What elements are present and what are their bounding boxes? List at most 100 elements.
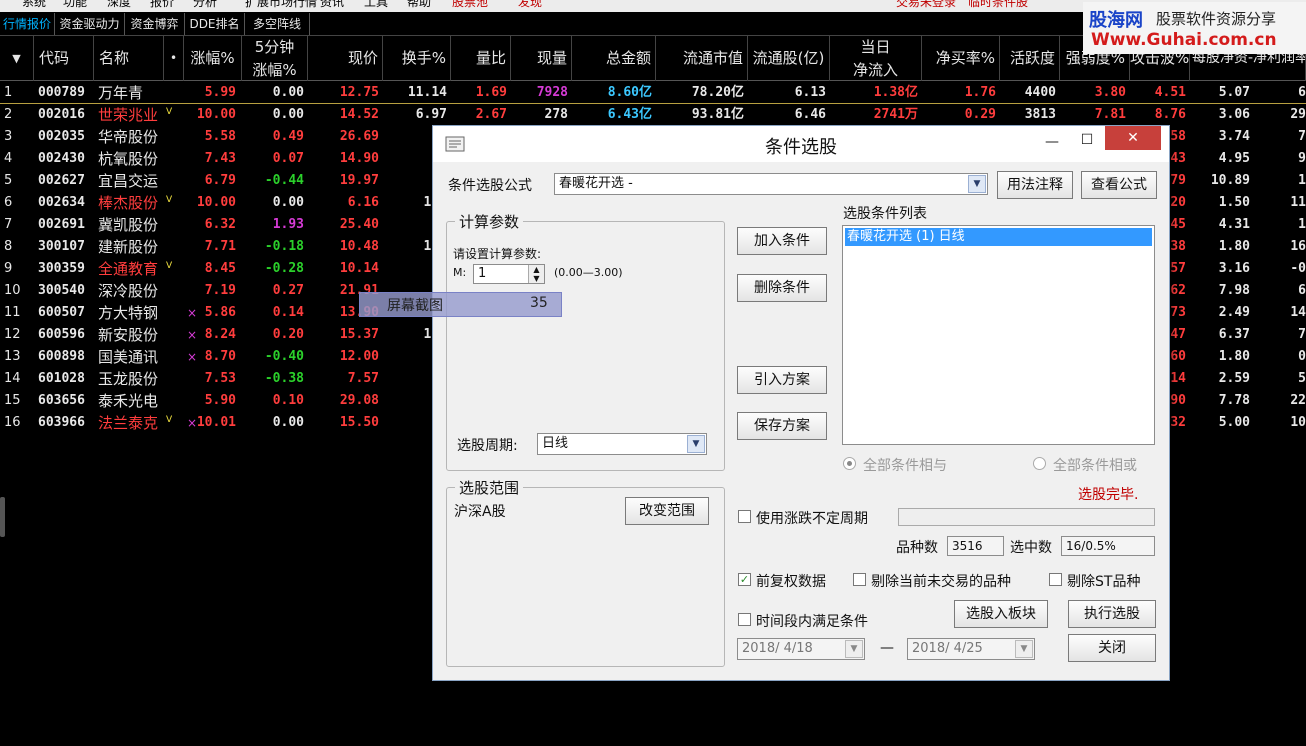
change-value: 6.32 [204,217,236,232]
col-float-shares[interactable]: 流通股(亿) [748,36,830,81]
menu-function[interactable]: 功能 [63,0,87,10]
menu-quote[interactable]: 报价 [150,0,174,10]
col-net-inflow[interactable]: 当日 净流入 [830,36,922,81]
condition-list[interactable]: 春暖花开选 (1) 日线 [842,225,1155,445]
col-5min[interactable]: 5分钟 涨幅% [242,36,308,81]
menu-system[interactable]: 系统 [22,0,46,10]
menu-analysis[interactable]: 分析 [193,0,217,10]
five-min-change: 1.93 [272,217,304,232]
stock-code: 600507 [38,305,85,320]
select-to-block-button[interactable]: 选股入板块 [954,600,1048,628]
minimize-button[interactable]: — [1038,130,1066,154]
date-to-chevron-icon[interactable]: ▼ [1015,640,1033,658]
temp-condition-stocks[interactable]: 临时条件股 [968,0,1028,10]
exclude-st-checkbox[interactable] [1049,573,1062,586]
tab-long-short[interactable]: 多空阵线 [245,13,310,35]
col-price[interactable]: 现价 [308,36,383,81]
tab-dde-rank[interactable]: DDE排名 [185,13,245,35]
or-radio[interactable] [1033,457,1046,470]
date-from-picker[interactable]: 2018/ 4/18 ▼ [737,638,865,660]
menu-discover[interactable]: 发现 [518,0,542,10]
float-period-checkbox[interactable] [738,510,751,523]
period-select[interactable]: 日线 ▼ [537,433,707,455]
tab-quotes[interactable]: 行情报价 [0,13,55,35]
params-group-title: 计算参数 [455,211,524,232]
five-min-change: 0.14 [272,305,304,320]
suspend-flag [166,299,176,321]
change-range-button[interactable]: 改变范围 [625,497,709,525]
forward-adjust-checkbox[interactable]: ✓ [738,573,751,586]
last-col-value: 29 [1290,107,1306,122]
net-inflow-value: 2741万 [873,107,918,122]
param-m-spinner-icon[interactable]: ▲ ▼ [528,265,544,283]
turnover-value: 11.14 [407,85,447,100]
menu-extended-market[interactable]: 扩展市场行情 [245,0,317,10]
stock-code: 600898 [38,349,85,364]
nav-value: 7.78 [1218,393,1250,408]
formula-label: 条件选股公式 [448,178,532,194]
date-from-value: 2018/ 4/18 [742,641,813,656]
sort-arrow-icon[interactable]: ▼ [0,36,34,81]
col-net-buy[interactable]: 净买率% [922,36,1000,81]
time-range-checkbox[interactable] [738,613,751,626]
col-code[interactable]: 代码 [34,36,94,81]
col-vol-ratio[interactable]: 量比 [451,36,511,81]
period-chevron-down-icon[interactable]: ▼ [687,435,705,453]
close-icon[interactable]: ✕ [1105,126,1161,150]
import-plan-button[interactable]: 引入方案 [737,366,827,394]
col-change[interactable]: 涨幅% [184,36,242,81]
usage-notes-button[interactable]: 用法注释 [997,171,1073,199]
delete-condition-button[interactable]: 删除条件 [737,274,827,302]
exclude-st-label: 剔除ST品种 [1067,574,1141,590]
suspend-flag [166,145,176,167]
date-to-picker[interactable]: 2018/ 4/25 ▼ [907,638,1035,660]
date-from-chevron-icon[interactable]: ▼ [845,640,863,658]
side-scroll-handle[interactable] [0,497,5,537]
formula-select[interactable]: 春暖花开选 - ▼ [554,173,988,195]
col-amount[interactable]: 总金额 [572,36,656,81]
tab-fund-drive[interactable]: 资金驱动力 [55,13,125,35]
screenshot-overlay[interactable]: 屏幕截图 35 [359,292,562,317]
close-button[interactable]: 关闭 [1068,634,1156,662]
col-market-cap[interactable]: 流通市值 [656,36,748,81]
table-row[interactable]: 1 000789 万年青 5.99 0.00 12.75 11.14 1.69 7928 8.60… [0,82,1306,104]
price-value: 26.69 [339,129,379,144]
table-row[interactable]: 2 002016 世荣兆业 V 10.00 0.00 14.52 6.97 2.67 278 6.4… [0,104,1306,126]
run-selection-button[interactable]: 执行选股 [1068,600,1156,628]
change-value: 10.00 [196,195,236,210]
trade-status[interactable]: 交易未登录 [896,0,956,10]
col-activity[interactable]: 活跃度 [1000,36,1060,81]
exclude-untraded-checkbox[interactable] [853,573,866,586]
change-value: 8.70 [204,349,236,364]
net-buy-value: 1.76 [964,85,996,100]
row-index: 6 [4,195,13,210]
menu-help[interactable]: 帮助 [407,0,431,10]
col-turnover[interactable]: 换手% [383,36,451,81]
five-min-change: 0.49 [272,129,304,144]
and-radio[interactable] [843,457,856,470]
param-m-input[interactable]: 1 ▲ ▼ [473,264,545,284]
menu-info[interactable]: 资讯 [320,0,344,10]
current-vol-value: 7928 [536,85,568,100]
save-plan-button[interactable]: 保存方案 [737,412,827,440]
col-current-vol[interactable]: 现量 [511,36,572,81]
watermark-title: 股海网 [1089,10,1143,31]
period-select-value: 日线 [542,436,569,451]
menu-stock-pool[interactable]: 股票池 [452,0,488,10]
suspend-flag: V [166,195,173,205]
nav-value: 5.07 [1218,85,1250,100]
chevron-down-icon[interactable]: ▼ [968,175,986,193]
condition-list-item[interactable]: 春暖花开选 (1) 日线 [845,228,1152,246]
view-formula-button[interactable]: 查看公式 [1081,171,1157,199]
maximize-button[interactable]: ☐ [1073,128,1101,152]
menu-tools[interactable]: 工具 [364,0,388,10]
col-name[interactable]: 名称 [94,36,164,81]
count-label: 品种数 [896,540,938,556]
tab-fund-game[interactable]: 资金博弈 [125,13,185,35]
add-condition-button[interactable]: 加入条件 [737,227,827,255]
price-value: 15.37 [339,327,379,342]
menu-depth[interactable]: 深度 [107,0,131,10]
formula-select-value: 春暖花开选 - [559,176,633,191]
row-index: 7 [4,217,13,232]
col-5min-line1: 5分钟 [254,38,295,56]
